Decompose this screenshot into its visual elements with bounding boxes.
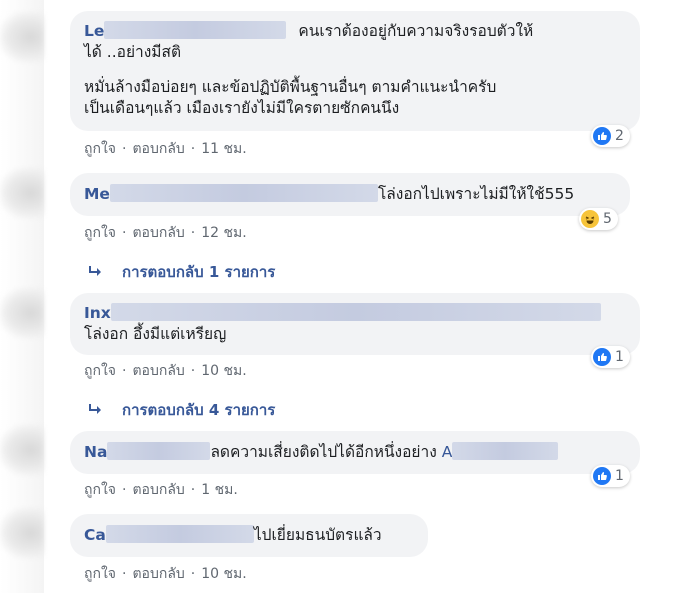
separator-dot: · xyxy=(190,141,196,157)
reply-arrow-icon xyxy=(89,266,101,276)
separator-dot: · xyxy=(122,566,127,582)
timestamp[interactable]: 10 ชม. xyxy=(201,363,246,379)
comment-text: เป็นเดือนๆแล้ว เมืองเรายังไม่มีใครตายซัก… xyxy=(84,99,400,117)
like-icon xyxy=(593,127,611,145)
avatar[interactable] xyxy=(0,508,44,558)
separator-dot: · xyxy=(190,482,196,498)
separator-dot: · xyxy=(122,363,127,379)
comment-text: โล่งอก อึ้งมีแต่เหรียญ xyxy=(84,325,227,343)
commenter-name[interactable]: Le xyxy=(84,22,104,40)
replies-label: การตอบกลับ 4 รายการ xyxy=(122,401,276,419)
comment-bubble: Inx โล่งอก อึ้งมีแต่เหรียญ xyxy=(70,293,640,355)
avatar-column xyxy=(0,0,44,593)
reply-arrow-icon xyxy=(89,404,101,414)
comment-bubble: Ca ไปเยี่ยมธนบัตรแล้ว xyxy=(70,514,428,557)
comment-text: หมั่นล้างมือบ่อยๆ และข้อปฏิบัติพื้นฐานอื… xyxy=(84,78,497,96)
comment-bubble: Me โล่งอกไปเพราะไม่มีให้ใช้555 xyxy=(70,173,630,216)
reaction-count: 5 xyxy=(603,211,612,227)
avatar[interactable] xyxy=(0,12,44,62)
reaction-summary[interactable]: 1 xyxy=(591,465,630,487)
reply-link[interactable]: ตอบกลับ xyxy=(132,566,184,582)
timestamp[interactable]: 12 ชม. xyxy=(201,225,246,241)
separator-dot: · xyxy=(122,482,127,498)
separator-dot: · xyxy=(122,225,127,241)
reaction-count: 2 xyxy=(615,128,624,144)
reply-link[interactable]: ตอบกลับ xyxy=(132,482,184,498)
comment-text: โล่งอกไปเพราะไม่มีให้ใช้555 xyxy=(377,185,575,203)
commenter-name[interactable]: Inx xyxy=(84,304,111,322)
like-link[interactable]: ถูกใจ xyxy=(84,141,116,157)
comment-text: ลดความเสี่ยงติดไปได้อีกหนึ่งอย่าง xyxy=(210,443,437,461)
timestamp[interactable]: 10 ชม. xyxy=(201,566,246,582)
reaction-summary[interactable]: 1 xyxy=(591,346,630,368)
reply-link[interactable]: ตอบกลับ xyxy=(132,363,184,379)
reply-link[interactable]: ตอบกลับ xyxy=(132,141,184,157)
comment-bubble: Na ลดความเสี่ยงติดไปได้อีกหนึ่งอย่าง A xyxy=(70,431,640,474)
reaction-count: 1 xyxy=(615,349,624,365)
reply-link[interactable]: ตอบกลับ xyxy=(132,225,184,241)
like-icon xyxy=(593,467,611,485)
view-replies-link[interactable]: การตอบกลับ 1 รายการ xyxy=(88,260,275,284)
separator-dot: · xyxy=(122,141,127,157)
comment-actions: ถูกใจ · ตอบกลับ · 10 ชม. xyxy=(84,360,247,382)
mention-link[interactable]: A xyxy=(442,442,559,461)
redacted-name xyxy=(105,525,254,543)
reaction-summary[interactable]: 2 xyxy=(591,125,630,147)
like-link[interactable]: ถูกใจ xyxy=(84,225,116,241)
like-link[interactable]: ถูกใจ xyxy=(84,363,116,379)
view-replies-link[interactable]: การตอบกลับ 4 รายการ xyxy=(88,398,275,422)
comment-actions: ถูกใจ · ตอบกลับ · 1 ชม. xyxy=(84,479,238,501)
comment-text: คนเราต้องอยู่กับความจริงรอบตัวให้ xyxy=(298,22,534,40)
redacted-name xyxy=(110,303,601,321)
separator-dot: · xyxy=(190,566,196,582)
timestamp[interactable]: 1 ชม. xyxy=(201,482,238,498)
redacted-name xyxy=(452,442,559,460)
avatar[interactable] xyxy=(0,168,44,218)
redacted-name xyxy=(104,21,287,39)
haha-icon xyxy=(581,210,599,228)
like-link[interactable]: ถูกใจ xyxy=(84,566,116,582)
comment-actions: ถูกใจ · ตอบกลับ · 10 ชม. xyxy=(84,563,247,585)
like-icon xyxy=(593,348,611,366)
comment-bubble: Le คนเราต้องอยู่กับความจริงรอบตัวให้ ได้ … xyxy=(70,11,640,131)
comment-text: ไปเยี่ยมธนบัตรแล้ว xyxy=(253,526,382,544)
separator-dot: · xyxy=(190,225,196,241)
separator-dot: · xyxy=(190,363,196,379)
comment-actions: ถูกใจ · ตอบกลับ · 12 ชม. xyxy=(84,222,247,244)
avatar[interactable] xyxy=(0,288,44,338)
like-link[interactable]: ถูกใจ xyxy=(84,482,116,498)
replies-label: การตอบกลับ 1 รายการ xyxy=(122,263,276,281)
commenter-name[interactable]: Ca xyxy=(84,526,106,544)
commenter-name[interactable]: Na xyxy=(84,443,107,461)
comment-text: ได้ ..อย่างมีสติ xyxy=(84,43,182,61)
reaction-count: 1 xyxy=(615,468,624,484)
comment-actions: ถูกใจ · ตอบกลับ · 11 ชม. xyxy=(84,138,247,160)
redacted-name xyxy=(109,184,378,202)
commenter-name[interactable]: Me xyxy=(84,185,110,203)
timestamp[interactable]: 11 ชม. xyxy=(201,141,246,157)
reaction-summary[interactable]: 5 xyxy=(579,208,618,230)
redacted-name xyxy=(107,442,211,460)
avatar[interactable] xyxy=(0,425,44,475)
